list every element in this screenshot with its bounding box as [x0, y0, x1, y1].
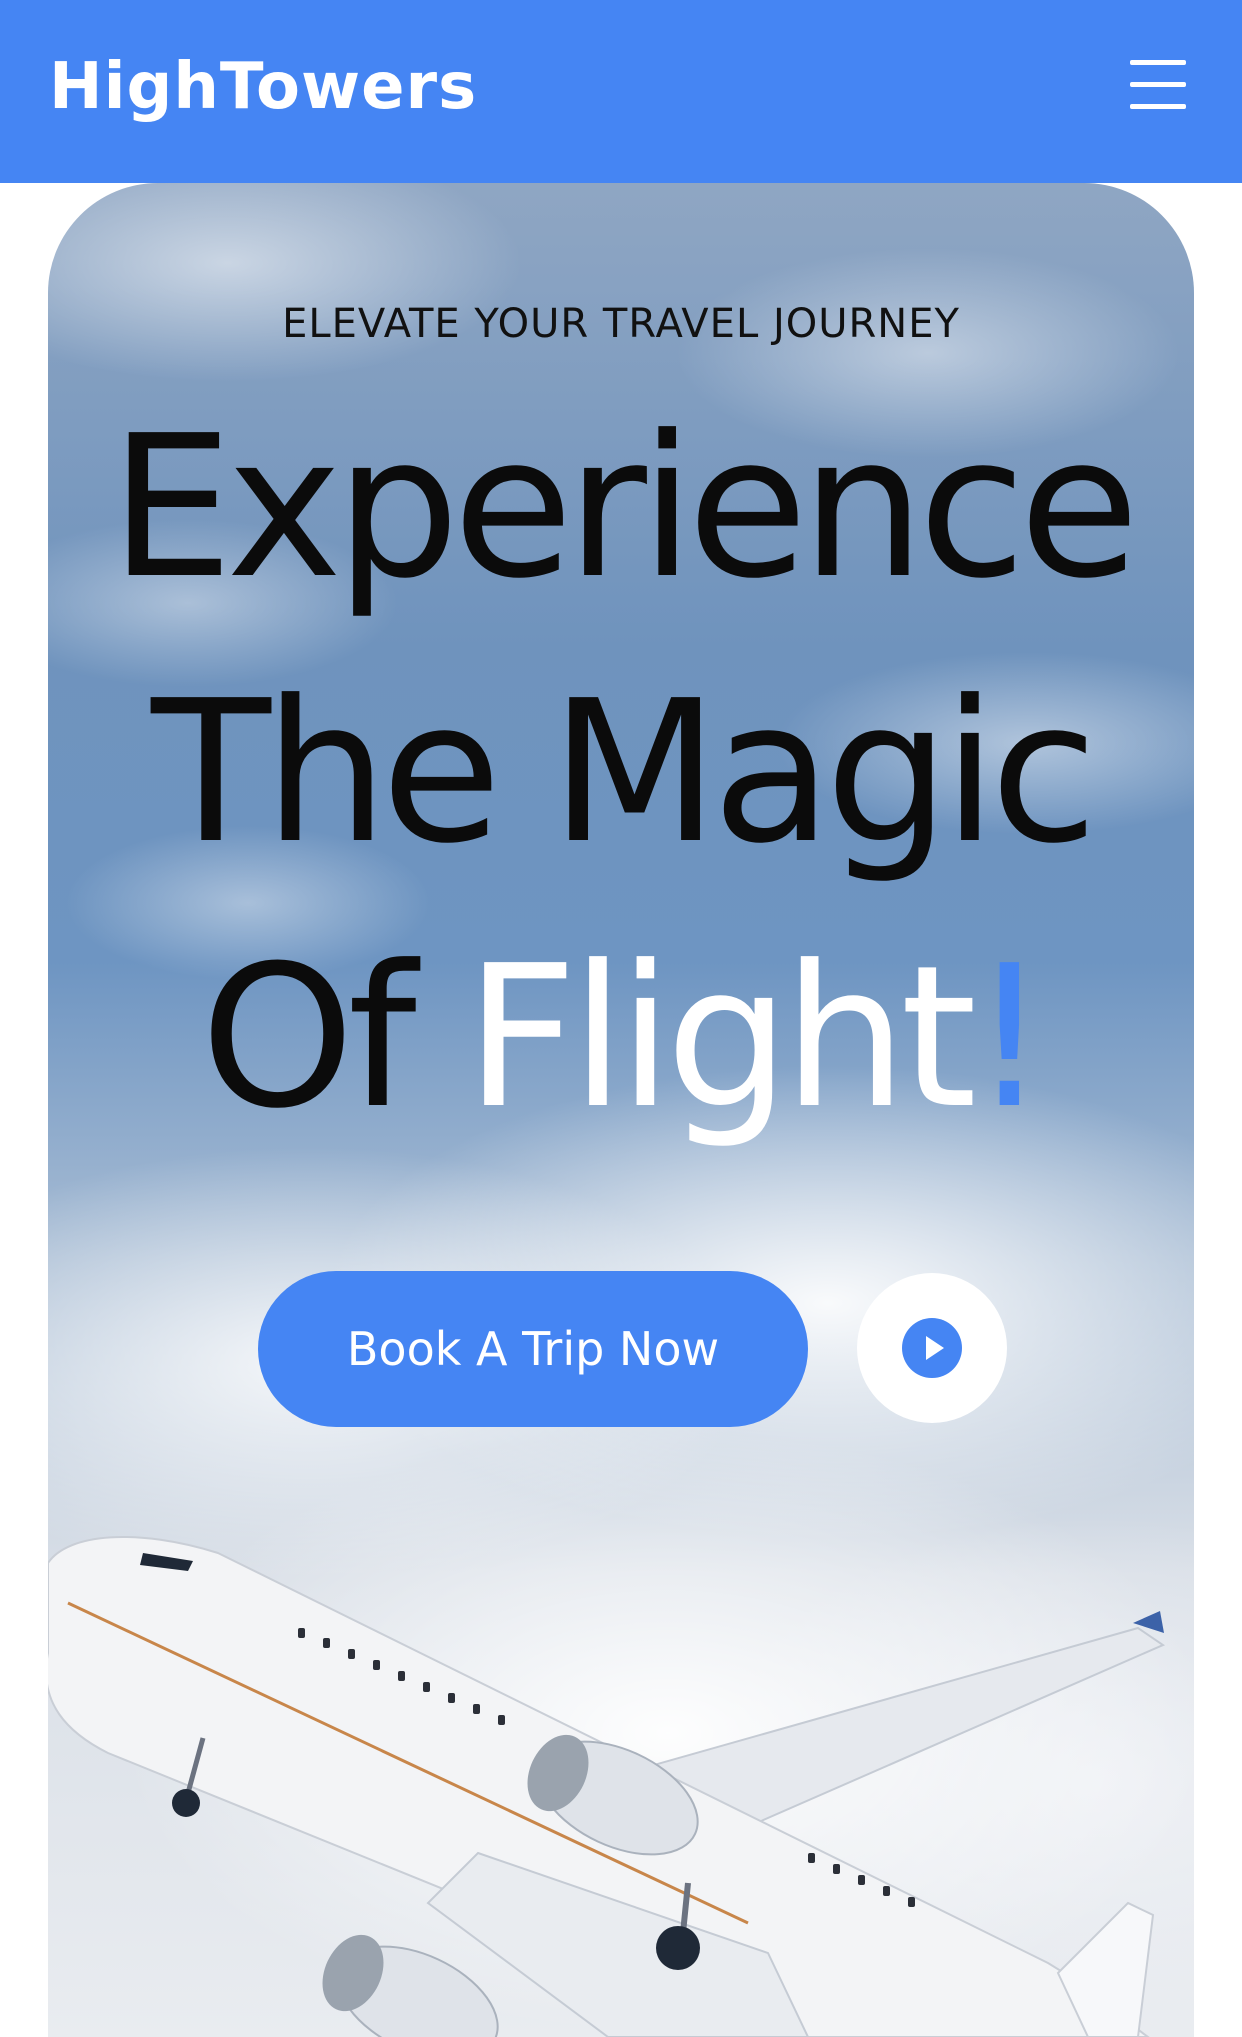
hero-eyebrow: ELEVATE YOUR TRAVEL JOURNEY	[282, 301, 960, 347]
hero-headline-line1: Experience	[109, 394, 1139, 622]
book-trip-button[interactable]: Book A Trip Now	[258, 1271, 808, 1427]
site-header: HighTowers	[0, 0, 1242, 183]
airplane-image	[48, 1535, 1166, 2037]
play-video-button[interactable]	[857, 1273, 1007, 1423]
hero-headline-line2: The Magic	[151, 659, 1098, 887]
headline-accent: !	[970, 924, 1049, 1152]
menu-line	[1130, 104, 1186, 109]
headline-highlight: Flight	[464, 924, 977, 1152]
headline-prefix: Of	[200, 924, 465, 1152]
hero-headline-line3: Of Flight!	[48, 928, 1194, 1148]
hamburger-menu-icon[interactable]	[1130, 58, 1186, 112]
play-circle-icon	[902, 1318, 962, 1378]
menu-line	[1130, 82, 1186, 87]
menu-line	[1130, 60, 1186, 65]
hero-section: ELEVATE YOUR TRAVEL JOURNEY Experience T…	[48, 183, 1194, 2037]
brand-logo[interactable]: HighTowers	[49, 44, 477, 130]
